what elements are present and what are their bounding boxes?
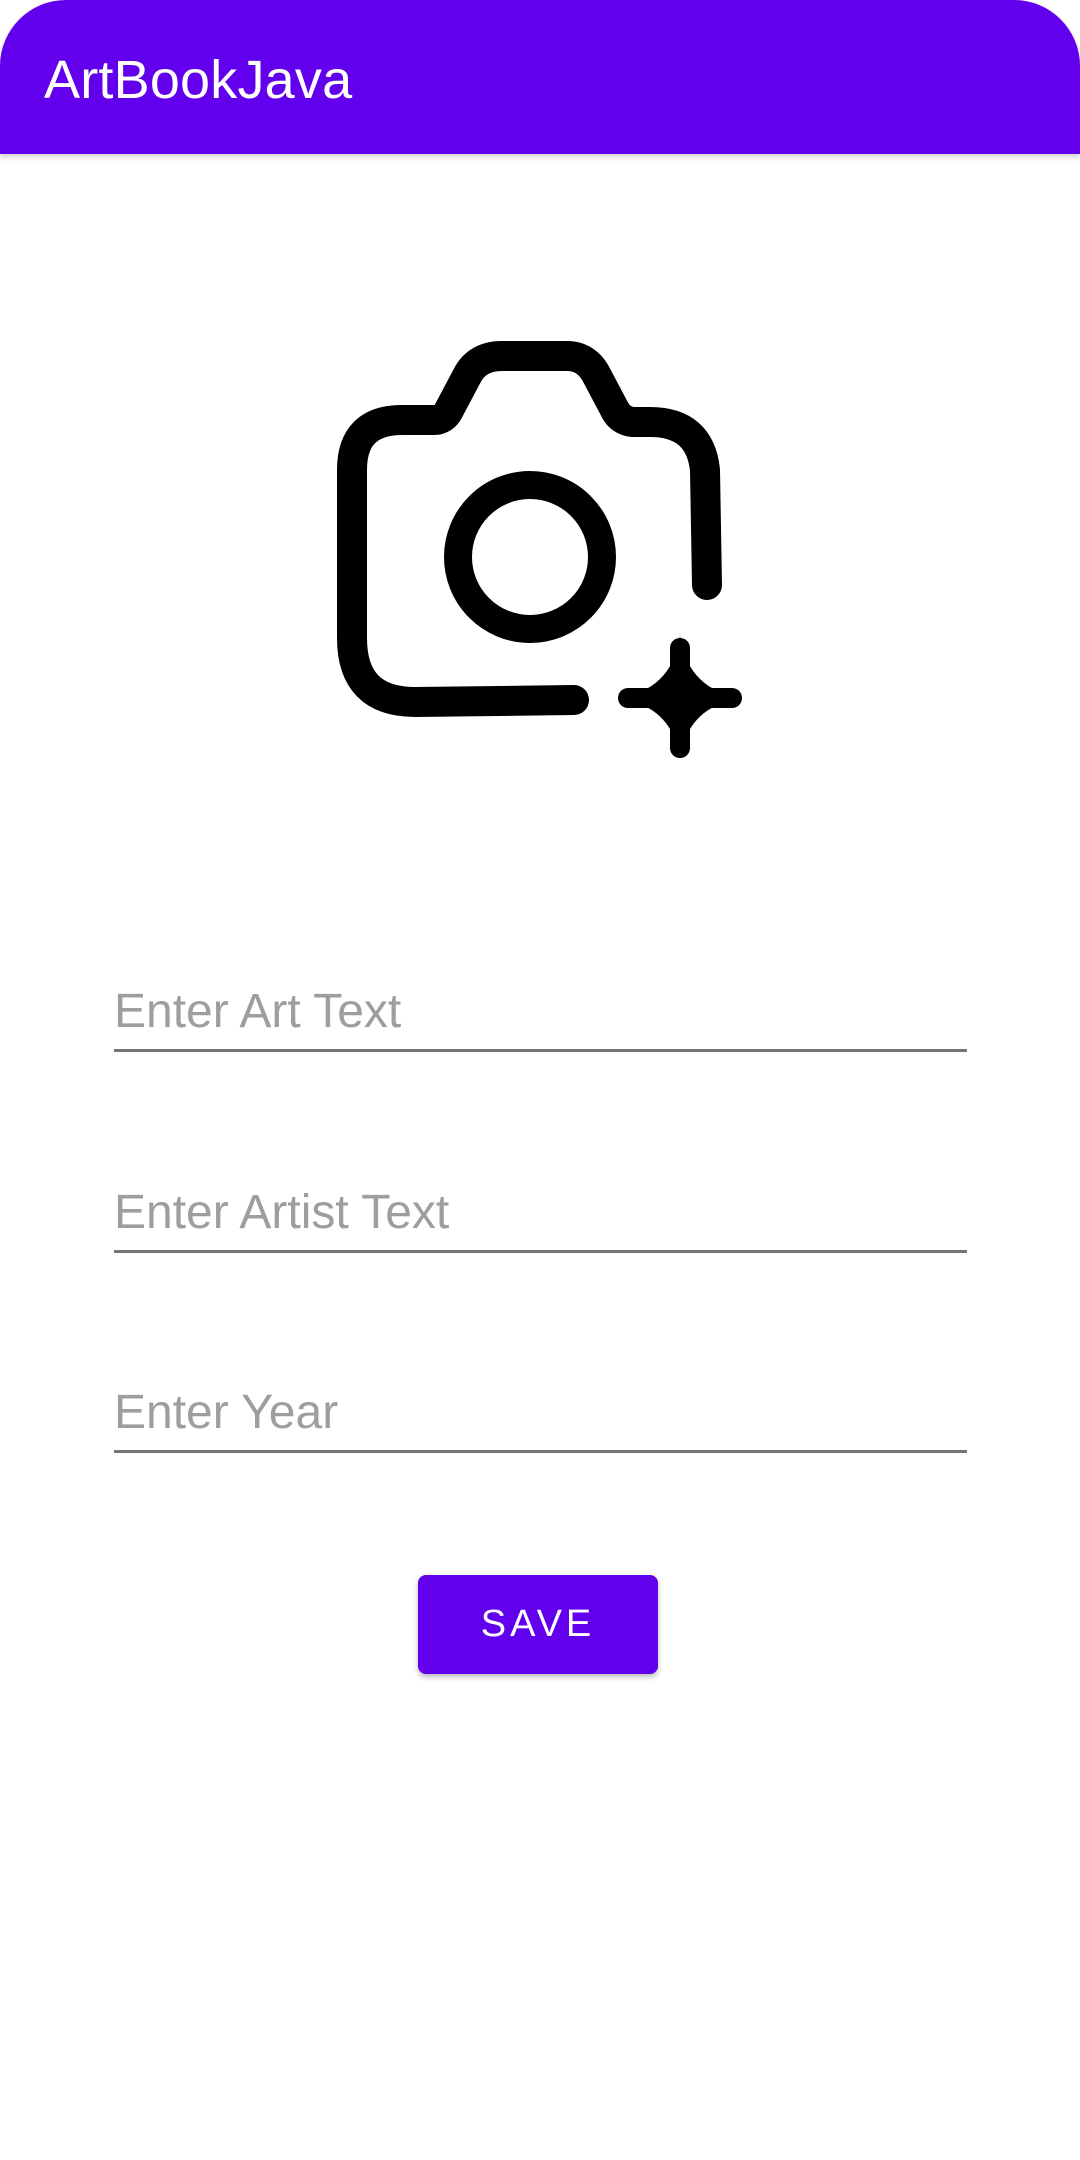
art-name-input[interactable] bbox=[114, 973, 967, 1052]
artist-name-input[interactable] bbox=[114, 1174, 967, 1253]
app-title: ArtBookJava bbox=[44, 50, 353, 110]
artist-name-field[interactable] bbox=[114, 1174, 967, 1254]
app-bar: ArtBookJava bbox=[0, 0, 1080, 154]
year-input[interactable] bbox=[114, 1374, 967, 1453]
art-name-field[interactable] bbox=[114, 973, 967, 1053]
select-image-button[interactable] bbox=[322, 330, 758, 766]
save-button[interactable]: SAVE bbox=[418, 1575, 658, 1674]
year-field[interactable] bbox=[114, 1374, 967, 1454]
add-photo-icon bbox=[337, 341, 742, 758]
